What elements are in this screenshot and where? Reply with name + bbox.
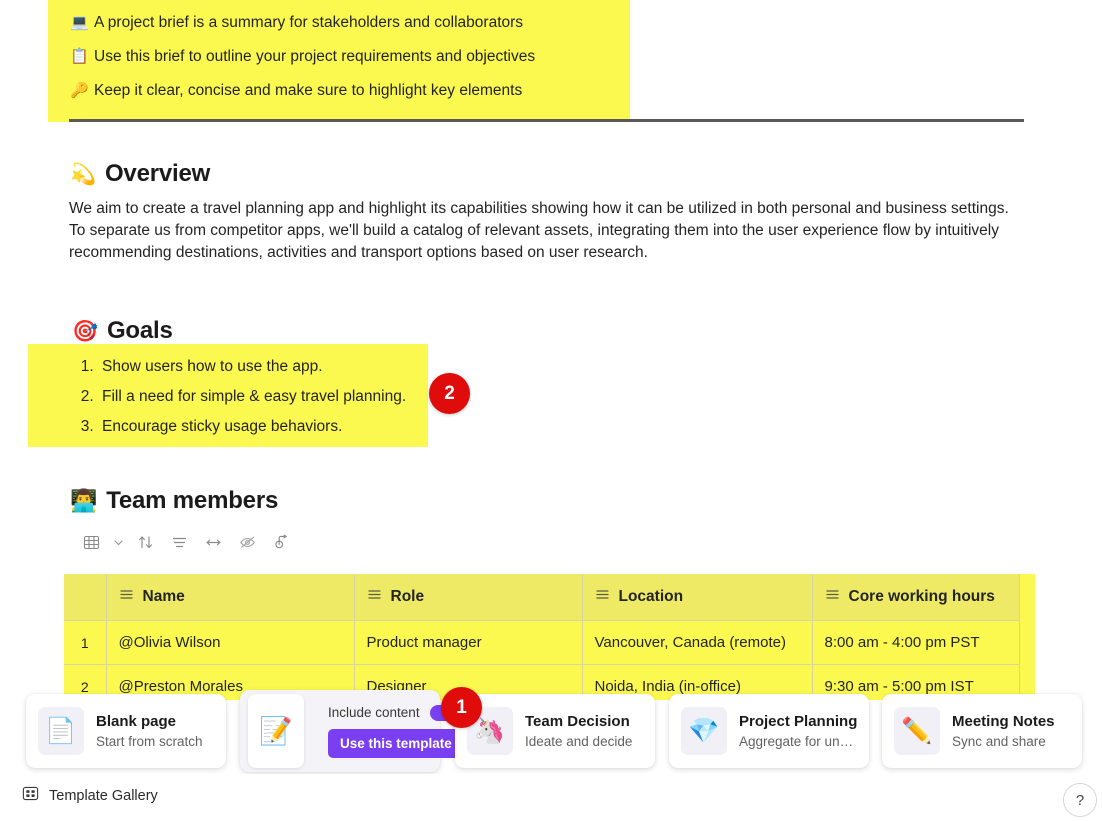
template-card-team-decision[interactable]: 🦄 Team Decision Ideate and decide bbox=[455, 694, 655, 768]
clipboard-icon: 📋 bbox=[70, 48, 89, 65]
tip-line: 🔑 Keep it clear, concise and make sure t… bbox=[48, 74, 630, 108]
horizontal-rule bbox=[69, 119, 1024, 122]
goals-heading-text: Goals bbox=[106, 317, 173, 344]
document-canvas: 💻 A project brief is a summary for stake… bbox=[0, 0, 1102, 700]
table-toolbar bbox=[74, 530, 298, 554]
cell-role[interactable]: Product manager bbox=[353, 620, 583, 665]
include-content-label: Include content bbox=[328, 705, 420, 720]
template-card-blank-page[interactable]: 📄 Blank page Start from scratch bbox=[26, 694, 226, 768]
row-number-header bbox=[64, 574, 107, 621]
list-item: Show users how to use the app. bbox=[98, 352, 406, 382]
column-type-icon bbox=[595, 587, 610, 607]
target-icon: 🎯 bbox=[72, 319, 98, 343]
template-gallery-link[interactable]: Template Gallery bbox=[22, 785, 158, 806]
column-header-location[interactable]: Location bbox=[581, 574, 813, 621]
column-type-icon bbox=[825, 587, 840, 607]
hide-icon[interactable] bbox=[230, 530, 264, 554]
goals-list: Show users how to use the app. Fill a ne… bbox=[60, 352, 406, 442]
template-card-active-hover[interactable]: 📝 Include content Use this template bbox=[240, 690, 464, 772]
callout-badge-1: 1 bbox=[441, 687, 482, 728]
overview-paragraph: We aim to create a travel planning app a… bbox=[69, 200, 1009, 261]
tip-line: 📋 Use this brief to outline your project… bbox=[48, 40, 630, 74]
column-type-icon bbox=[119, 587, 134, 607]
team-heading-text: Team members bbox=[106, 487, 279, 514]
template-gallery-label: Template Gallery bbox=[49, 787, 158, 804]
template-card-project-planning[interactable]: 💎 Project Planning Aggregate for under..… bbox=[669, 694, 869, 768]
bottom-bar: Template Gallery bbox=[0, 774, 1102, 821]
column-header-label: Core working hours bbox=[848, 588, 995, 605]
table-header-row: Name Role Location Core working hours bbox=[64, 574, 1020, 621]
template-card-title: Team Decision bbox=[525, 713, 630, 730]
list-item: Fill a need for simple & easy travel pla… bbox=[98, 382, 406, 412]
comet-icon: 💫 bbox=[70, 162, 96, 186]
table-style-icon[interactable] bbox=[74, 530, 108, 554]
laptop-icon: 💻 bbox=[70, 14, 89, 31]
use-this-template-button[interactable]: Use this template bbox=[328, 728, 464, 758]
cell-name[interactable]: @Olivia Wilson bbox=[105, 620, 355, 665]
column-header-role[interactable]: Role bbox=[353, 574, 583, 621]
reset-icon[interactable] bbox=[264, 530, 298, 554]
template-card-subtitle: Ideate and decide bbox=[525, 734, 633, 749]
column-header-label: Location bbox=[618, 588, 684, 605]
pencil-icon: ✏️ bbox=[894, 707, 940, 755]
gem-icon: 💎 bbox=[681, 707, 727, 755]
overview-heading: 💫 Overview bbox=[70, 160, 210, 188]
grid-icon bbox=[22, 785, 39, 806]
goals-heading: 🎯 Goals bbox=[72, 317, 173, 345]
cell-location[interactable]: Vancouver, Canada (remote) bbox=[581, 620, 813, 665]
list-item: Encourage sticky usage behaviors. bbox=[98, 412, 406, 442]
tips-callout: 💻 A project brief is a summary for stake… bbox=[48, 0, 630, 122]
template-card-subtitle: Start from scratch bbox=[96, 734, 203, 749]
template-card-subtitle: Aggregate for under... bbox=[739, 734, 855, 749]
filter-icon[interactable] bbox=[162, 530, 196, 554]
team-members-heading: 👨‍💻 Team members bbox=[70, 487, 278, 515]
template-strip: 📄 Blank page Start from scratch 📝 Includ… bbox=[0, 690, 1102, 774]
column-header-core-working-hours[interactable]: Core working hours bbox=[811, 574, 1020, 621]
column-header-label: Role bbox=[390, 588, 425, 605]
fit-width-icon[interactable] bbox=[196, 530, 230, 554]
help-button[interactable]: ? bbox=[1063, 783, 1097, 817]
chevron-down-icon[interactable] bbox=[108, 530, 128, 554]
row-number: 1 bbox=[64, 620, 107, 665]
column-header-name[interactable]: Name bbox=[105, 574, 355, 621]
team-members-table: Name Role Location Core working hours 1 … bbox=[64, 574, 1020, 700]
cell-hours[interactable]: 8:00 am - 4:00 pm PST bbox=[811, 620, 1020, 665]
template-card-title: Project Planning bbox=[739, 713, 858, 730]
template-card-title: Meeting Notes bbox=[952, 713, 1055, 730]
column-header-label: Name bbox=[142, 588, 185, 605]
person-at-laptop-icon: 👨‍💻 bbox=[70, 488, 98, 513]
table-row[interactable]: 1 @Olivia Wilson Product manager Vancouv… bbox=[64, 620, 1020, 665]
overview-heading-text: Overview bbox=[104, 160, 211, 187]
memo-icon: 📝 bbox=[248, 694, 304, 768]
key-icon: 🔑 bbox=[70, 82, 89, 99]
callout-badge-2: 2 bbox=[429, 373, 470, 414]
document-icon: 📄 bbox=[38, 707, 84, 755]
tip-text: Use this brief to outline your project r… bbox=[94, 48, 536, 65]
tip-text: A project brief is a summary for stakeho… bbox=[94, 14, 524, 31]
sort-icon[interactable] bbox=[128, 530, 162, 554]
column-type-icon bbox=[367, 587, 382, 607]
tip-line: 💻 A project brief is a summary for stake… bbox=[48, 6, 630, 40]
tip-text: Keep it clear, concise and make sure to … bbox=[94, 82, 523, 99]
template-card-title: Blank page bbox=[96, 713, 177, 730]
template-card-meeting-notes[interactable]: ✏️ Meeting Notes Sync and share bbox=[882, 694, 1082, 768]
template-card-subtitle: Sync and share bbox=[952, 734, 1046, 749]
